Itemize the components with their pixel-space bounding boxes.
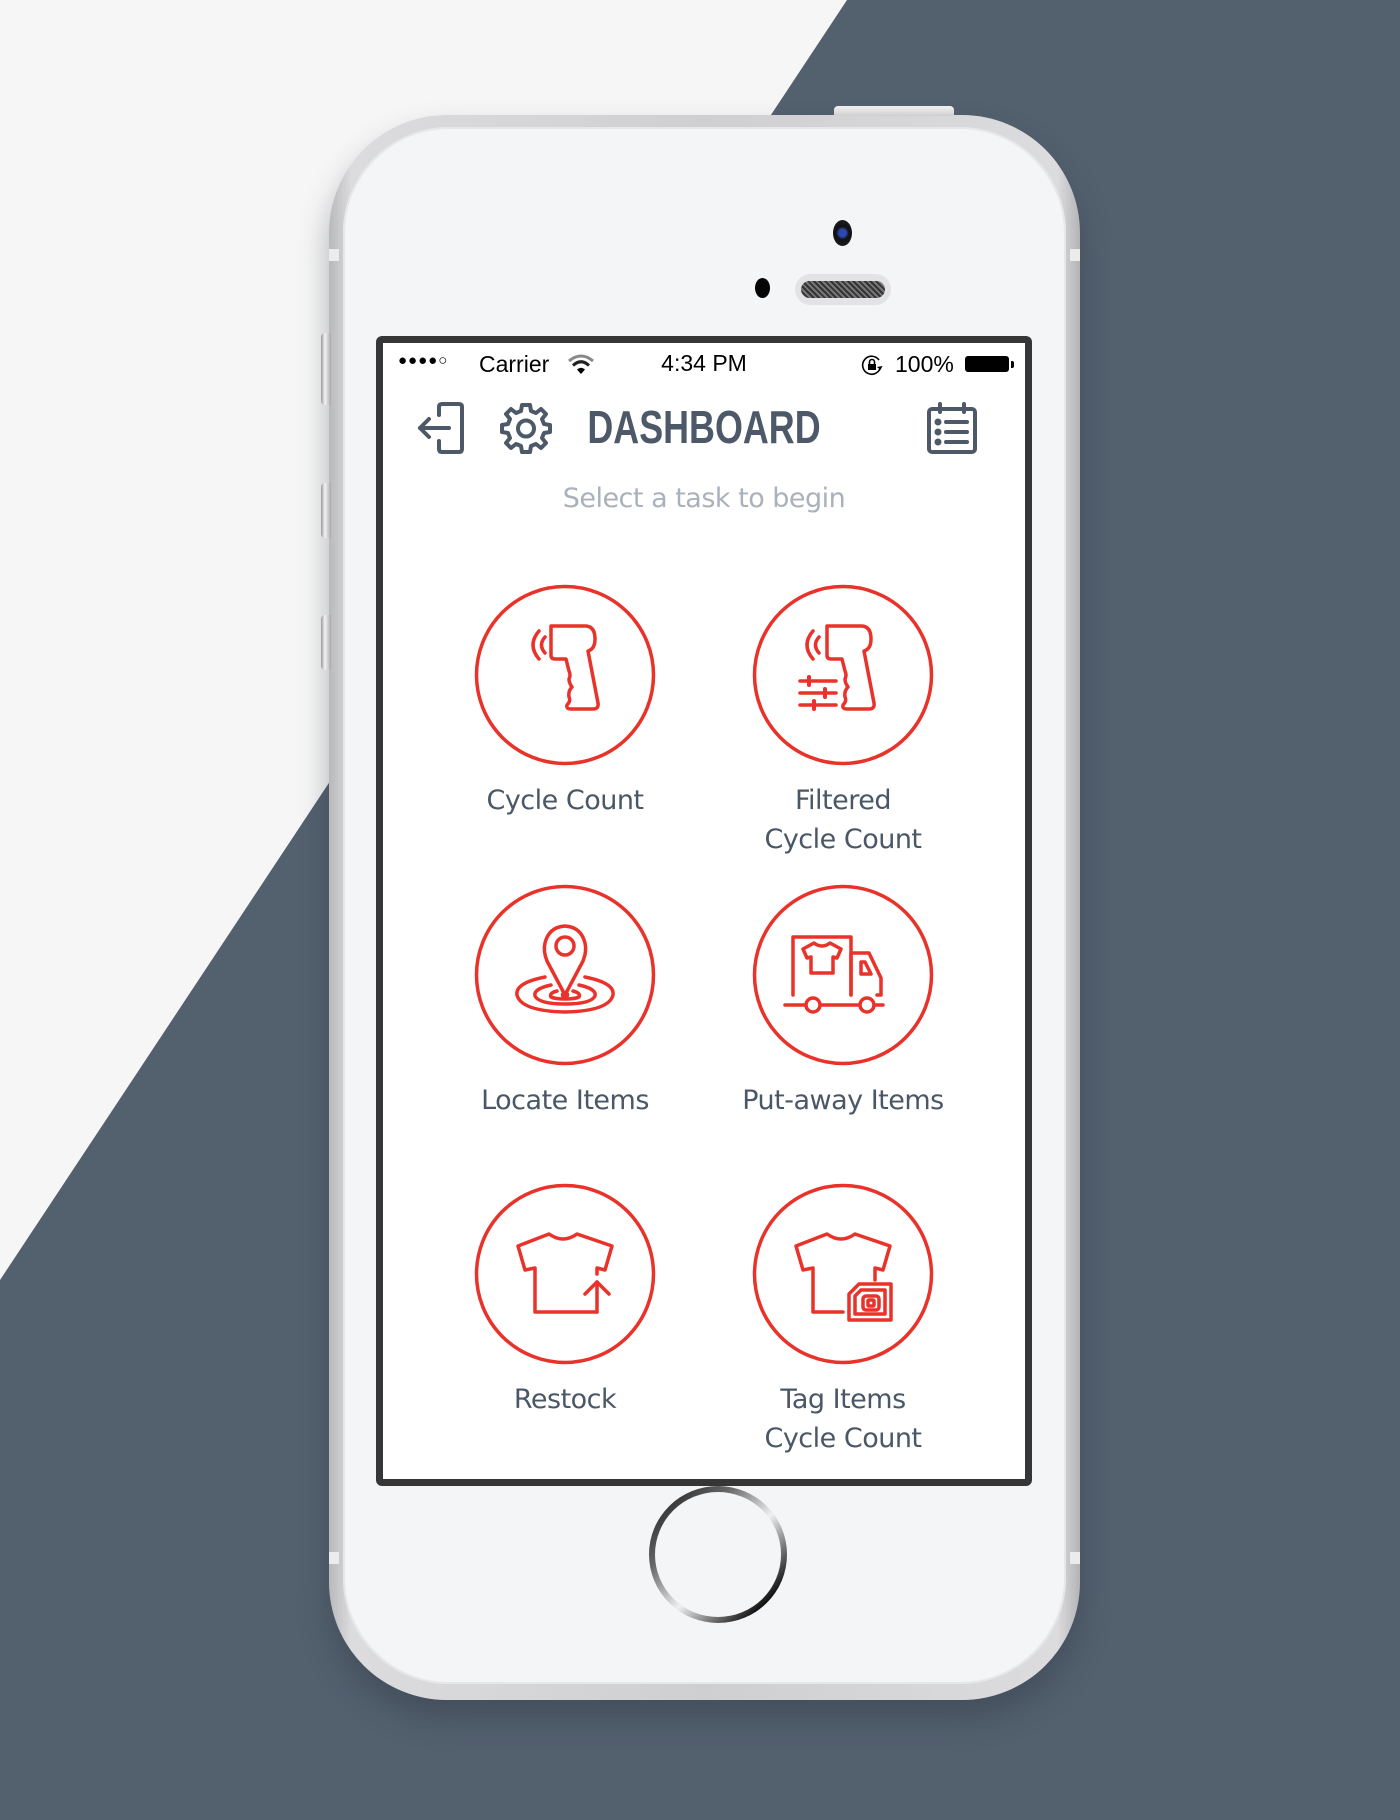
rfid-scanner-filter-icon [752,584,934,766]
power-button [834,106,954,116]
task-label-line2: Cycle Count [764,824,922,855]
task-tag-items-cycle-count[interactable]: Tag Items Cycle Count [703,1182,983,1458]
location-pin-target-icon [474,884,656,1066]
task-label: Filtered [794,785,892,816]
front-camera [833,220,852,246]
task-label-line2: Cycle Count [764,1423,922,1454]
task-label: Restock [513,1384,617,1415]
earpiece-speaker [795,274,891,305]
volume-up-button [321,483,331,538]
battery-tip [1011,361,1014,368]
antenna-band [329,249,339,261]
volume-down-button [321,615,331,670]
rotation-lock-icon [861,355,883,376]
delivery-truck-shirt-icon [752,884,934,1066]
battery-full-icon [965,356,1009,372]
subtitle: Select a task to begin [562,483,846,514]
mute-switch [321,333,331,405]
task-label: Put-away Items [742,1085,944,1116]
antenna-band [1070,1552,1080,1564]
task-filtered-cycle-count[interactable]: Filtered Cycle Count [703,583,983,859]
task-label: Tag Items [780,1384,906,1415]
proximity-sensor [755,278,770,298]
task-label: Cycle Count [486,785,644,816]
battery-percent: 100% [895,351,954,377]
app-screen: ●●●●○ Carrier 4:34 PM 100% DASHBOARD Sel… [383,343,1025,1479]
task-label: Locate Items [481,1085,649,1116]
checklist-clipboard-icon[interactable] [925,401,979,455]
antenna-band [1070,249,1080,261]
shirt-rfid-tag-icon [752,1183,934,1365]
antenna-band [329,1552,339,1564]
shirt-arrow-up-icon [474,1183,656,1365]
task-locate-items[interactable]: Locate Items [425,883,705,1120]
task-restock[interactable]: Restock [425,1182,705,1419]
home-button[interactable] [649,1486,787,1623]
status-bar: ●●●●○ Carrier 4:34 PM 100% [383,343,1025,383]
task-cycle-count[interactable]: Cycle Count [425,583,705,820]
task-put-away-items[interactable]: Put-away Items [703,883,983,1120]
page-title: DASHBOARD [587,401,821,453]
rfid-scanner-icon [474,584,656,766]
